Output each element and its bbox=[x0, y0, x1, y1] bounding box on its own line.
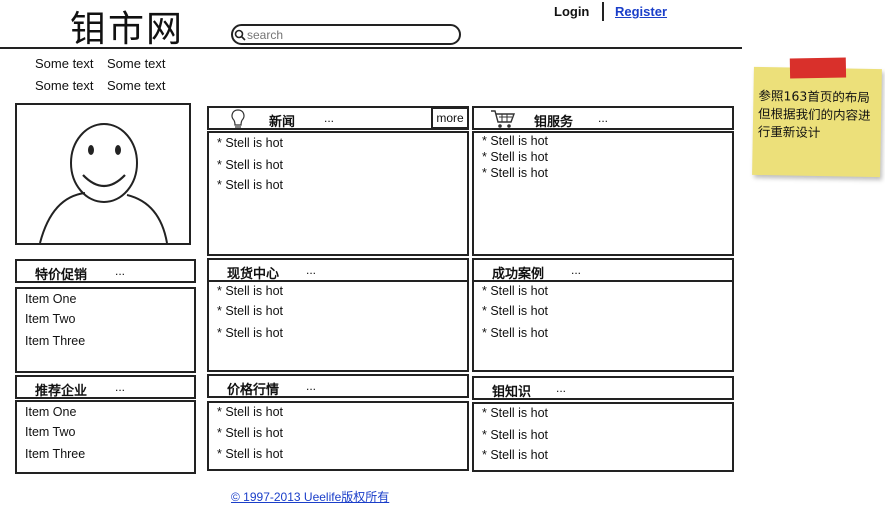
list-item[interactable]: * Stell is hot bbox=[217, 178, 283, 192]
sub-link-1[interactable]: Some text bbox=[35, 56, 94, 71]
news-list: * Stell is hot * Stell is hot * Stell is… bbox=[207, 131, 469, 256]
list-item[interactable]: Item Two bbox=[25, 312, 75, 326]
site-logo: 钼市网 bbox=[70, 9, 185, 50]
avatar-face-icon bbox=[39, 123, 168, 243]
knowledge-title: 钼知识 bbox=[492, 385, 532, 400]
list-item[interactable]: Item One bbox=[25, 405, 76, 419]
news-title: 新闻 bbox=[269, 115, 296, 130]
recommend-header[interactable]: 推荐企业 ... bbox=[15, 375, 196, 399]
shopping-cart-icon bbox=[491, 110, 516, 128]
list-item[interactable]: * Stell is hot bbox=[482, 406, 548, 420]
promo-title: 特价促销 bbox=[35, 268, 88, 283]
service-header[interactable]: 钼服务 ... bbox=[472, 106, 734, 130]
prices-list: * Stell is hot * Stell is hot * Stell is… bbox=[207, 401, 469, 471]
cases-header[interactable]: 成功案例 ... bbox=[472, 258, 734, 282]
list-item[interactable]: * Stell is hot bbox=[217, 447, 283, 461]
spot-list: * Stell is hot * Stell is hot * Stell is… bbox=[207, 280, 469, 372]
search-icon bbox=[234, 29, 246, 41]
list-item[interactable]: * Stell is hot bbox=[217, 326, 283, 340]
recommend-title: 推荐企业 bbox=[35, 384, 88, 399]
list-item[interactable]: * Stell is hot bbox=[217, 304, 283, 318]
knowledge-more-dots[interactable]: ... bbox=[556, 381, 566, 395]
list-item[interactable]: * Stell is hot bbox=[217, 158, 283, 172]
list-item[interactable]: Item One bbox=[25, 292, 76, 306]
header-divider bbox=[602, 2, 604, 21]
recommend-list: Item One Item Two Item Three bbox=[15, 400, 196, 474]
list-item[interactable]: * Stell is hot bbox=[482, 428, 548, 442]
list-item[interactable]: * Stell is hot bbox=[217, 426, 283, 440]
knowledge-list: * Stell is hot * Stell is hot * Stell is… bbox=[472, 402, 734, 472]
list-item[interactable]: * Stell is hot bbox=[482, 150, 548, 164]
news-more-button[interactable]: more bbox=[431, 107, 469, 129]
list-item[interactable]: * Stell is hot bbox=[217, 405, 283, 419]
service-list: * Stell is hot * Stell is hot * Stell is… bbox=[472, 131, 734, 256]
list-item[interactable]: * Stell is hot bbox=[482, 166, 548, 180]
list-item[interactable]: Item Three bbox=[25, 334, 85, 348]
list-item[interactable]: Item Three bbox=[25, 447, 85, 461]
list-item[interactable]: * Stell is hot bbox=[217, 284, 283, 298]
register-link[interactable]: Register bbox=[615, 4, 667, 19]
sub-link-2[interactable]: Some text bbox=[107, 56, 166, 71]
search-input[interactable] bbox=[247, 26, 447, 43]
promo-list: Item One Item Two Item Three bbox=[15, 287, 196, 373]
promo-more-dots[interactable]: ... bbox=[115, 264, 125, 278]
list-item[interactable]: * Stell is hot bbox=[482, 448, 548, 462]
service-title: 钼服务 bbox=[534, 115, 574, 130]
avatar[interactable] bbox=[15, 103, 191, 245]
knowledge-header[interactable]: 钼知识 ... bbox=[472, 376, 734, 400]
sticky-note: 参照163首页的布局但根据我们的内容进行重新设计 bbox=[752, 57, 882, 178]
prices-title: 价格行情 bbox=[227, 383, 280, 398]
spot-more-dots[interactable]: ... bbox=[306, 263, 316, 277]
list-item[interactable]: * Stell is hot bbox=[217, 136, 283, 150]
list-item[interactable]: * Stell is hot bbox=[482, 326, 548, 340]
list-item[interactable]: * Stell is hot bbox=[482, 284, 548, 298]
search-box[interactable] bbox=[231, 24, 461, 45]
header-rule bbox=[0, 47, 742, 49]
prices-more-dots[interactable]: ... bbox=[306, 379, 316, 393]
cases-more-dots[interactable]: ... bbox=[571, 263, 581, 277]
login-link[interactable]: Login bbox=[554, 4, 589, 19]
cases-list: * Stell is hot * Stell is hot * Stell is… bbox=[472, 280, 734, 372]
recommend-more-dots[interactable]: ... bbox=[115, 380, 125, 394]
prices-header[interactable]: 价格行情 ... bbox=[207, 374, 469, 398]
list-item[interactable]: Item Two bbox=[25, 425, 75, 439]
promo-header[interactable]: 特价促销 ... bbox=[15, 259, 196, 283]
list-item[interactable]: * Stell is hot bbox=[482, 134, 548, 148]
news-more-dots[interactable]: ... bbox=[324, 111, 334, 125]
sub-link-3[interactable]: Some text bbox=[35, 78, 94, 93]
sticky-tape bbox=[789, 57, 847, 79]
sticky-note-text: 参照163首页的布局但根据我们的内容进行重新设计 bbox=[757, 87, 871, 141]
copyright-link[interactable]: © 1997-2013 Ueelife版权所有 bbox=[231, 488, 389, 505]
lightbulb-icon bbox=[231, 109, 245, 128]
service-more-dots[interactable]: ... bbox=[598, 111, 608, 125]
spot-header[interactable]: 现货中心 ... bbox=[207, 258, 469, 282]
news-header[interactable]: 新闻 ... bbox=[207, 106, 469, 130]
list-item[interactable]: * Stell is hot bbox=[482, 304, 548, 318]
sub-link-4[interactable]: Some text bbox=[107, 78, 166, 93]
